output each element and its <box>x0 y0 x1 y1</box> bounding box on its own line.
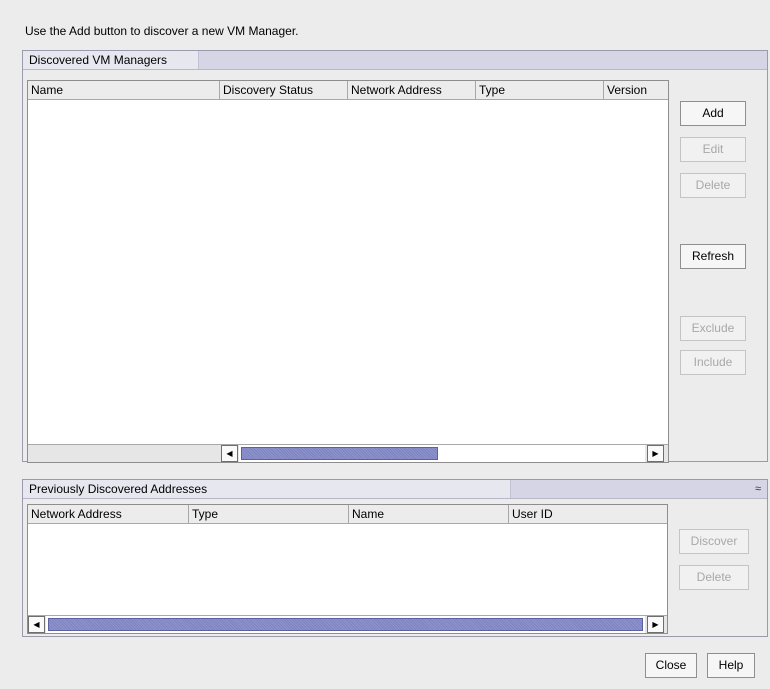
close-button[interactable]: Close <box>645 653 697 678</box>
table-header: Network Address Type Name User ID <box>28 505 667 524</box>
column-header-version[interactable]: Version <box>604 81 668 100</box>
double-chevron-up-icon[interactable]: ≈ <box>755 480 761 498</box>
add-button[interactable]: Add <box>680 101 746 126</box>
column-header-network-address[interactable]: Network Address <box>348 81 476 100</box>
panel-header: Discovered VM Managers <box>23 51 767 70</box>
panel-header: Previously Discovered Addresses ≈ <box>23 480 767 499</box>
scroll-gutter <box>28 445 221 462</box>
discovered-vm-managers-panel: Discovered VM Managers Name Discovery St… <box>22 50 768 463</box>
column-header-name[interactable]: Name <box>349 505 509 524</box>
column-header-type[interactable]: Type <box>189 505 349 524</box>
previously-discovered-addresses-panel: Previously Discovered Addresses ≈ Networ… <box>22 479 768 637</box>
table-header: Name Discovery Status Network Address Ty… <box>28 81 668 100</box>
column-header-type[interactable]: Type <box>476 81 604 100</box>
instruction-text: Use the Add button to discover a new VM … <box>25 24 299 38</box>
column-header-name[interactable]: Name <box>28 81 220 100</box>
scroll-thumb[interactable] <box>48 618 643 631</box>
arrow-left-icon[interactable]: ◀ <box>28 616 45 633</box>
column-header-network-address[interactable]: Network Address <box>28 505 189 524</box>
discover-button[interactable]: Discover <box>679 529 749 554</box>
exclude-button[interactable]: Exclude <box>680 316 746 341</box>
column-header-discovery-status[interactable]: Discovery Status <box>220 81 348 100</box>
scroll-thumb[interactable] <box>241 447 438 460</box>
vm-managers-table[interactable]: Name Discovery Status Network Address Ty… <box>27 80 669 463</box>
panel-title: Discovered VM Managers <box>23 51 199 69</box>
previous-addresses-table[interactable]: Network Address Type Name User ID ◀ ▶ <box>27 504 668 634</box>
horizontal-scrollbar[interactable]: ◀ ▶ <box>28 444 668 462</box>
refresh-button[interactable]: Refresh <box>680 244 746 269</box>
arrow-left-icon[interactable]: ◀ <box>221 445 238 462</box>
include-button[interactable]: Include <box>680 350 746 375</box>
arrow-right-icon[interactable]: ▶ <box>647 445 664 462</box>
column-header-user-id[interactable]: User ID <box>509 505 667 524</box>
horizontal-scrollbar[interactable]: ◀ ▶ <box>28 615 667 633</box>
arrow-right-icon[interactable]: ▶ <box>647 616 664 633</box>
panel-title: Previously Discovered Addresses <box>23 480 511 498</box>
delete-address-button[interactable]: Delete <box>679 565 749 590</box>
delete-button[interactable]: Delete <box>680 173 746 198</box>
edit-button[interactable]: Edit <box>680 137 746 162</box>
help-button[interactable]: Help <box>707 653 755 678</box>
